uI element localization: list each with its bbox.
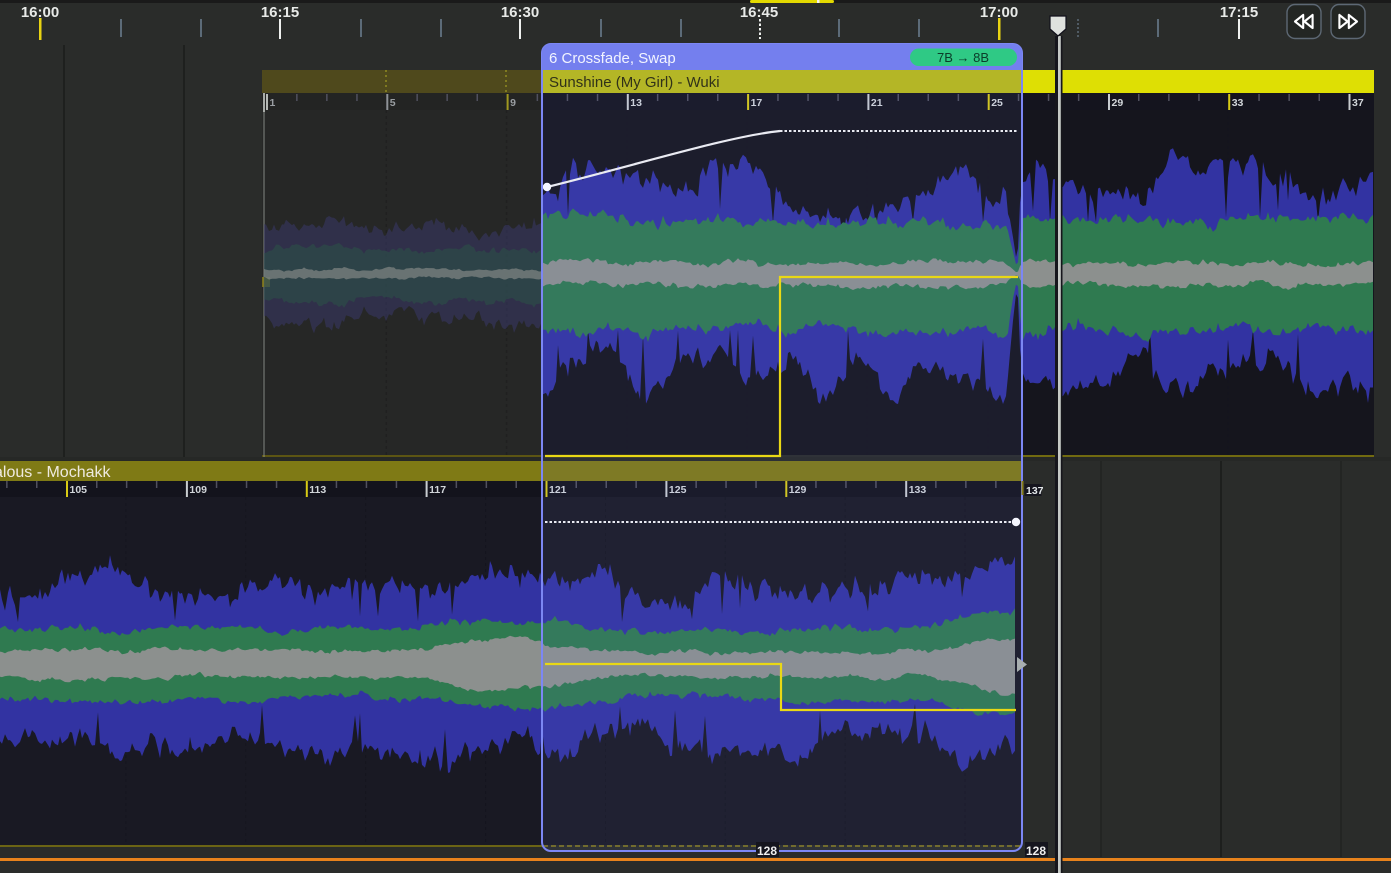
svg-text:6 Crossfade, Swap: 6 Crossfade, Swap [549,50,676,67]
svg-text:9: 9 [510,97,516,109]
svg-text:137: 137 [1026,485,1044,497]
svg-text:128: 128 [757,844,777,858]
svg-text:16:15: 16:15 [261,4,299,21]
svg-text:7B → 8B: 7B → 8B [937,50,989,65]
svg-text:105: 105 [70,484,88,496]
svg-text:29: 29 [1112,97,1124,109]
svg-text:33: 33 [1232,97,1244,109]
svg-text:5: 5 [390,97,396,109]
svg-text:128: 128 [1026,844,1046,858]
svg-text:17:15: 17:15 [1220,4,1258,21]
svg-text:1: 1 [270,97,276,109]
svg-text:109: 109 [189,484,207,496]
svg-text:37: 37 [1352,97,1364,109]
svg-text:16:30: 16:30 [501,4,539,21]
svg-text:117: 117 [429,484,446,496]
svg-text:alous - Mochakk: alous - Mochakk [0,464,111,481]
svg-text:16:45: 16:45 [740,4,778,21]
svg-text:113: 113 [309,484,326,496]
